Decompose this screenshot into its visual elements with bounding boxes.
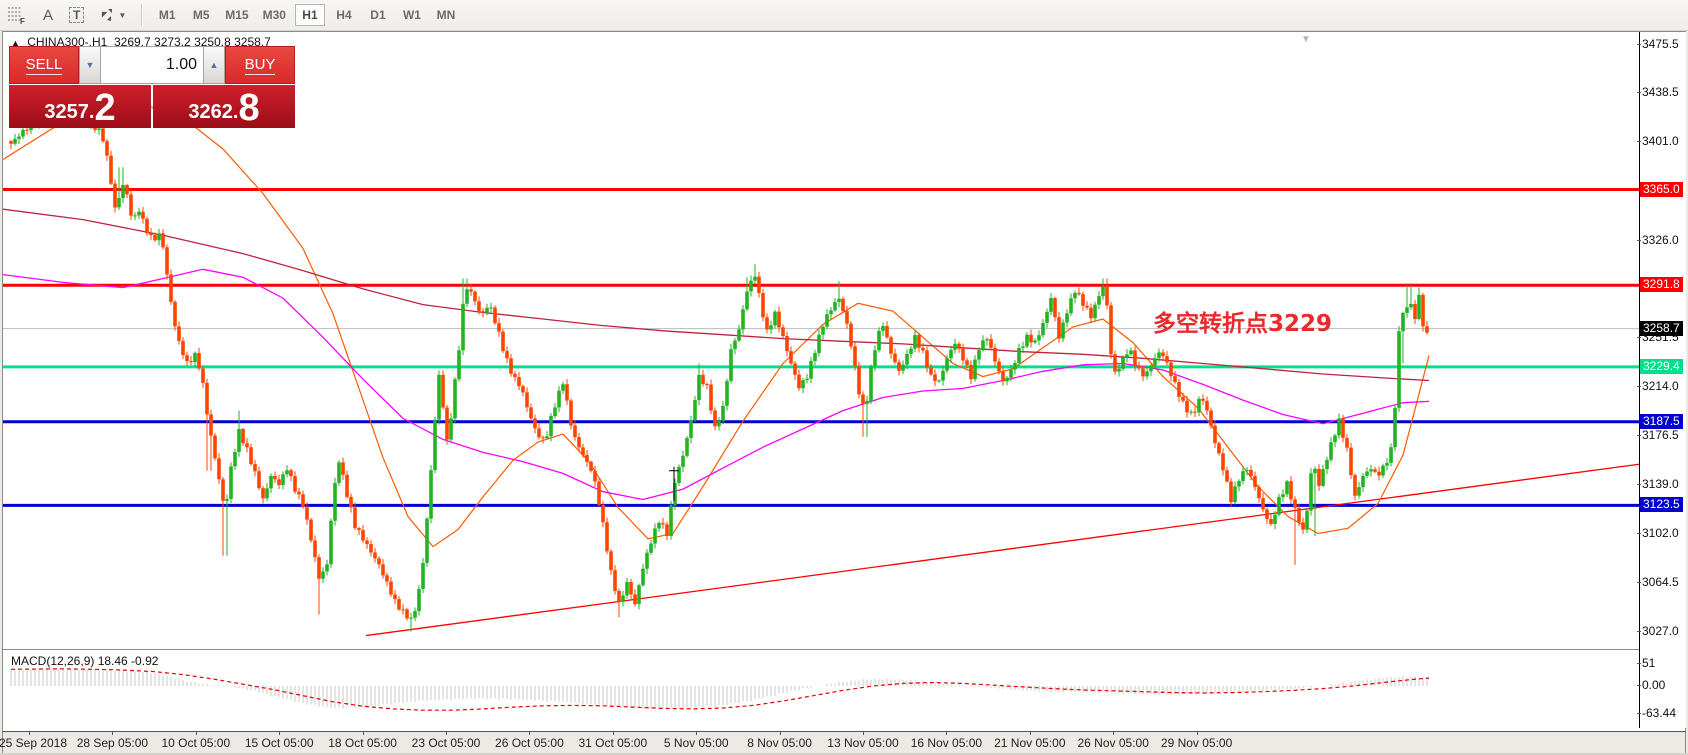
time-tick	[29, 732, 30, 735]
timeframe-button-m5[interactable]: M5	[186, 4, 216, 26]
chart-annotation-text[interactable]: 多空转折点3229	[1153, 304, 1332, 338]
time-tick	[529, 732, 530, 735]
price-tick-label: 3176.5	[1642, 428, 1679, 442]
time-tick	[363, 732, 364, 735]
time-tick-label: 31 Oct 05:00	[578, 736, 647, 750]
time-tick-label: 16 Nov 05:00	[911, 736, 982, 750]
autoscroll-marker-icon[interactable]: ▼	[1301, 34, 1311, 45]
timeframe-button-h4[interactable]: H4	[329, 4, 359, 26]
time-tick-label: 26 Nov 05:00	[1077, 736, 1148, 750]
text-label-icon[interactable]: A	[35, 3, 61, 27]
time-axis[interactable]: 25 Sep 2018 28 Sep 05:00 10 Oct 05:00 15 Oc…	[3, 731, 1685, 753]
price-tick-label: 3064.5	[1642, 575, 1679, 589]
time-tick	[112, 732, 113, 735]
buy-price-display[interactable]: 3262.8	[153, 85, 295, 128]
timeframe-button-w1[interactable]: W1	[397, 4, 427, 26]
chevron-down-icon: ▼	[118, 11, 126, 20]
text-box-icon[interactable]: T	[63, 3, 90, 27]
time-tick	[696, 732, 697, 735]
timeframe-button-mn[interactable]: MN	[431, 4, 461, 26]
time-tick-label: 21 Nov 05:00	[994, 736, 1065, 750]
time-tick-label: 5 Nov 05:00	[664, 736, 729, 750]
macd-tick-label: 51	[1642, 656, 1655, 670]
time-tick-label: 26 Oct 05:00	[495, 736, 564, 750]
trend-line	[366, 464, 1639, 635]
price-tick-label: 3326.0	[1642, 233, 1679, 247]
arrows-icon[interactable]: ▼	[92, 3, 132, 27]
svg-text:F: F	[20, 17, 25, 24]
top-toolbar: F A T ▼ M1M5M15M30H1H4D1W1MN	[0, 0, 1688, 31]
sell-button[interactable]: SELL	[9, 46, 79, 84]
timeframe-button-m30[interactable]: M30	[258, 4, 291, 26]
timeframe-button-h1[interactable]: H1	[295, 4, 325, 26]
time-tick-label: 13 Nov 05:00	[827, 736, 898, 750]
time-tick-label: 28 Sep 05:00	[77, 736, 148, 750]
volume-input[interactable]: 1.00	[101, 46, 203, 84]
time-tick-label: 23 Oct 05:00	[412, 736, 481, 750]
time-tick	[863, 732, 864, 735]
macd-indicator-pane[interactable]	[3, 650, 1639, 730]
sell-price-display[interactable]: 3257.2	[9, 85, 151, 128]
price-level-label: 3291.8	[1640, 277, 1683, 292]
one-click-trading-panel: SELL ▼ 1.00 ▲ BUY 3257.2 3262.8	[9, 46, 295, 128]
toolbar-separator	[141, 4, 142, 26]
fibonacci-icon[interactable]: F	[1, 3, 33, 27]
time-tick-label: 10 Oct 05:00	[161, 736, 230, 750]
time-tick-label: 29 Nov 05:00	[1161, 736, 1232, 750]
time-tick	[279, 732, 280, 735]
price-level-label: 3187.5	[1640, 414, 1683, 429]
price-level-label: 3123.5	[1640, 497, 1683, 512]
price-tick-label: 3027.0	[1642, 624, 1679, 638]
time-tick-label: 25 Sep 2018	[0, 736, 67, 750]
time-tick	[196, 732, 197, 735]
time-tick-label: 15 Oct 05:00	[245, 736, 314, 750]
price-level-label: 3258.7	[1640, 321, 1683, 336]
macd-tick-label: 0.00	[1642, 678, 1665, 692]
time-tick	[446, 732, 447, 735]
volume-decrease-button[interactable]: ▼	[79, 46, 101, 84]
timeframe-button-m15[interactable]: M15	[220, 4, 253, 26]
time-tick-label: 8 Nov 05:00	[747, 736, 812, 750]
time-tick	[1197, 732, 1198, 735]
time-tick	[613, 732, 614, 735]
candlestick-chart[interactable]	[3, 32, 1639, 698]
price-tick-label: 3214.0	[1642, 379, 1679, 393]
timeframe-button-d1[interactable]: D1	[363, 4, 393, 26]
price-level-label: 3229.4	[1640, 359, 1683, 374]
price-tick-label: 3475.5	[1642, 37, 1679, 51]
timeframe-button-m1[interactable]: M1	[152, 4, 182, 26]
price-tick-label: 3401.0	[1642, 134, 1679, 148]
time-tick	[1113, 732, 1114, 735]
time-tick	[1030, 732, 1031, 735]
price-tick-label: 3438.5	[1642, 85, 1679, 99]
chart-window: ▲ CHINA300-,H1 3269.7 3273.2 3250.8 3258…	[2, 31, 1686, 753]
price-tick-label: 3139.0	[1642, 477, 1679, 491]
time-tick	[946, 732, 947, 735]
price-axis[interactable]: 3475.53438.53401.03326.03251.53214.03176…	[1639, 32, 1686, 728]
macd-tick-label: -63.44	[1642, 706, 1676, 720]
macd-header: MACD(12,26,9) 18.46 -0.92	[11, 654, 158, 668]
price-tick-label: 3102.0	[1642, 526, 1679, 540]
time-tick-label: 18 Oct 05:00	[328, 736, 397, 750]
price-level-label: 3365.0	[1640, 182, 1683, 197]
timeframe-buttons: M1M5M15M30H1H4D1W1MN	[150, 4, 463, 26]
macd-signal-line	[11, 669, 1429, 710]
buy-button[interactable]: BUY	[225, 46, 295, 84]
time-tick	[780, 732, 781, 735]
ma-slow-crimson	[3, 209, 1429, 380]
volume-increase-button[interactable]: ▲	[203, 46, 225, 84]
